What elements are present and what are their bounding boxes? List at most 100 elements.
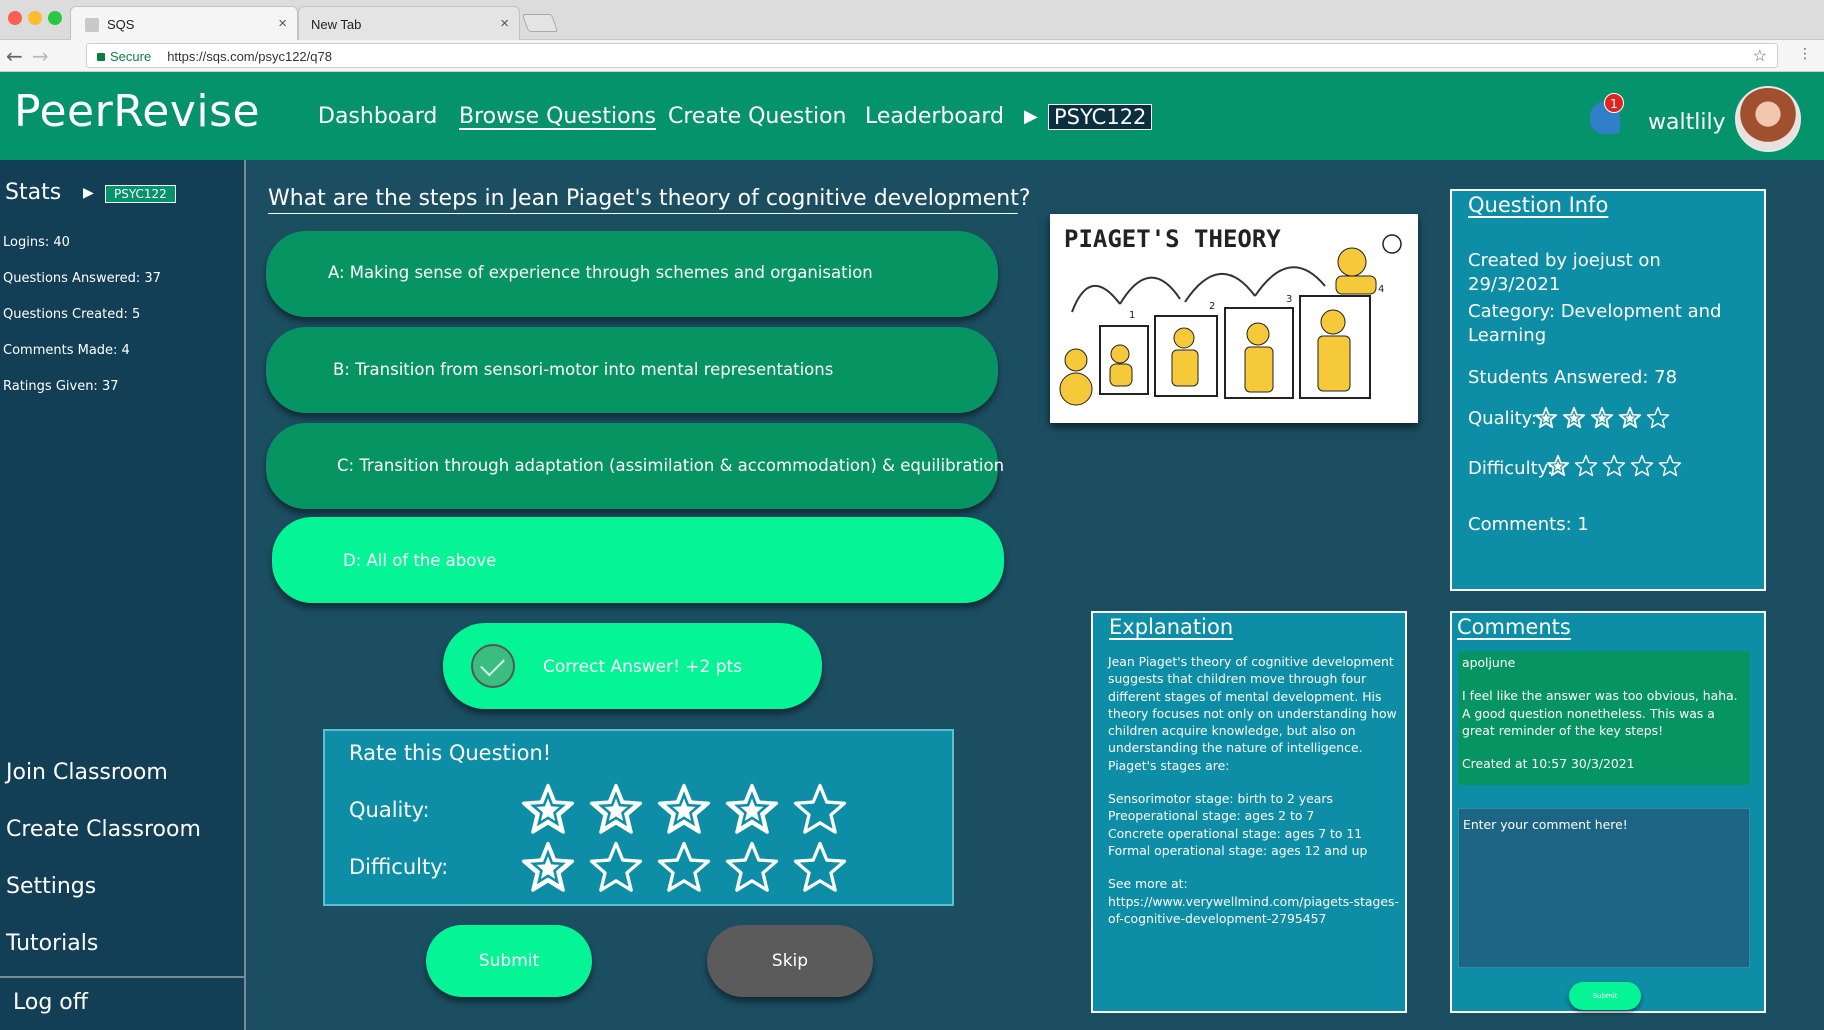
answer-option-a[interactable]: A: Making sense of experience through sc… xyxy=(266,231,998,317)
filled-star-icon[interactable] xyxy=(588,782,648,840)
stage-number: 3 xyxy=(1286,294,1292,305)
stat-ratings-given: Ratings Given: 37 xyxy=(3,379,119,394)
course-badge[interactable]: PSYC122 xyxy=(1048,104,1153,130)
result-text: Correct Answer! +2 pts xyxy=(543,657,743,677)
empty-star-icon[interactable] xyxy=(656,840,716,898)
info-title: Question Info xyxy=(1468,193,1609,217)
nav-create-question[interactable]: Create Question xyxy=(668,104,847,129)
browser-tab-sqs[interactable]: SQS × xyxy=(70,6,298,40)
filled-star-icon xyxy=(1546,454,1572,479)
answer-option-b[interactable]: B: Transition from sensori-motor into me… xyxy=(266,327,998,413)
browser-toolbar: ← → Secure https://sqs.com/psyc122/q78 ☆ … xyxy=(0,40,1824,72)
sidebar-course-badge[interactable]: PSYC122 xyxy=(105,185,176,203)
empty-star-icon[interactable] xyxy=(588,840,648,898)
comments-panel: Comments apoljune I feel like the answer… xyxy=(1450,611,1766,1013)
close-tab-icon[interactable]: × xyxy=(500,15,509,32)
play-arrow-icon: ▶ xyxy=(83,185,94,201)
question-info-panel: Question Info Created by joejust on 29/3… xyxy=(1450,189,1766,591)
stat-logins: Logins: 40 xyxy=(3,235,70,250)
quality-star-rating[interactable] xyxy=(520,782,860,840)
comment-text: I feel like the answer was too obvious, … xyxy=(1462,688,1738,738)
info-difficulty-stars xyxy=(1546,454,1686,479)
stage-line: Sensorimotor stage: birth to 2 years xyxy=(1108,791,1333,807)
close-tab-icon[interactable]: × xyxy=(278,15,287,32)
difficulty-label: Difficulty: xyxy=(349,855,449,879)
comments-title: Comments xyxy=(1457,615,1571,639)
forward-arrow-icon[interactable]: → xyxy=(32,44,49,68)
explanation-body: Jean Piaget's theory of cognitive develo… xyxy=(1108,653,1400,927)
explanation-title: Explanation xyxy=(1109,615,1234,639)
bookmark-star-icon[interactable]: ☆ xyxy=(1753,46,1767,66)
empty-star-icon[interactable] xyxy=(792,840,852,898)
nav-browse-questions[interactable]: Browse Questions xyxy=(459,104,656,129)
close-window-icon[interactable] xyxy=(8,11,22,25)
rate-question-panel: Rate this Question! Quality: Difficulty: xyxy=(323,729,954,906)
submit-rating-button[interactable]: Submit xyxy=(426,925,592,997)
browser-tab-strip: SQS × New Tab × xyxy=(0,0,1824,40)
info-created-by: Created by joejust on 29/3/2021 xyxy=(1468,250,1661,295)
new-tab-button[interactable] xyxy=(521,14,559,32)
option-label: B: Transition from sensori-motor into me… xyxy=(333,360,834,379)
stage-number: 2 xyxy=(1209,301,1215,312)
stage-line: Concrete operational stage: ages 7 to 11 xyxy=(1108,825,1363,841)
checkmark-icon xyxy=(471,644,515,688)
sidebar-settings[interactable]: Settings xyxy=(6,874,96,899)
user-avatar[interactable] xyxy=(1735,86,1801,152)
play-arrow-icon: ▶ xyxy=(1024,106,1038,127)
filled-star-icon[interactable] xyxy=(724,782,784,840)
stage-number: 1 xyxy=(1129,310,1135,321)
app-logo[interactable]: PeerRevise xyxy=(14,86,260,137)
app-header: PeerRevise Dashboard Browse Questions Cr… xyxy=(0,72,1824,160)
empty-star-icon[interactable] xyxy=(792,782,852,840)
back-arrow-icon[interactable]: ← xyxy=(6,44,23,68)
option-label: C: Transition through adaptation (assimi… xyxy=(337,456,1005,475)
answer-option-d[interactable]: D: All of the above xyxy=(272,517,1004,603)
logoff-link[interactable]: Log off xyxy=(13,990,88,1015)
filled-star-icon[interactable] xyxy=(520,782,580,840)
empty-star-icon xyxy=(1602,454,1628,479)
stat-questions-created: Questions Created: 5 xyxy=(3,307,141,322)
page-favicon-icon xyxy=(85,18,99,32)
empty-star-icon xyxy=(1658,454,1684,479)
stage-line: Formal operational stage: ages 12 and up xyxy=(1108,842,1368,858)
explanation-panel: Explanation Jean Piaget's theory of cogn… xyxy=(1091,611,1407,1013)
comment-input[interactable]: Enter your comment here! xyxy=(1458,808,1750,968)
sidebar-create-classroom[interactable]: Create Classroom xyxy=(6,817,201,842)
secure-label: Secure xyxy=(110,49,152,64)
browser-menu-icon[interactable]: ⋮ xyxy=(1798,46,1812,62)
image-title: PIAGET'S THEORY xyxy=(1064,225,1281,253)
filled-star-icon xyxy=(1590,406,1616,431)
difficulty-star-rating[interactable] xyxy=(520,840,860,898)
option-label: A: Making sense of experience through sc… xyxy=(328,263,873,282)
question-text: What are the steps in Jean Piaget's theo… xyxy=(268,186,1031,214)
browser-tab-new[interactable]: New Tab × xyxy=(298,6,520,40)
answer-option-c[interactable]: C: Transition through adaptation (assimi… xyxy=(266,423,1005,509)
filled-star-icon[interactable] xyxy=(520,840,580,898)
nav-dashboard[interactable]: Dashboard xyxy=(318,104,437,129)
sidebar-join-classroom[interactable]: Join Classroom xyxy=(6,760,168,785)
maximize-window-icon[interactable] xyxy=(48,11,62,25)
correct-answer-banner: Correct Answer! +2 pts xyxy=(443,623,822,709)
stat-comments-made: Comments Made: 4 xyxy=(3,343,130,358)
info-quality-stars xyxy=(1534,406,1674,431)
stats-title: Stats xyxy=(5,180,62,205)
comment-author: apoljune xyxy=(1462,655,1516,670)
filled-star-icon[interactable] xyxy=(656,782,716,840)
info-category: Category: Development and Learning xyxy=(1468,301,1722,346)
sidebar-tutorials[interactable]: Tutorials xyxy=(6,931,98,956)
notification-count-badge: 1 xyxy=(1604,93,1624,113)
empty-star-icon[interactable] xyxy=(724,840,784,898)
address-bar[interactable]: Secure https://sqs.com/psyc122/q78 ☆ xyxy=(86,43,1778,68)
empty-star-icon xyxy=(1630,454,1656,479)
empty-star-icon xyxy=(1646,406,1672,431)
nav-leaderboard[interactable]: Leaderboard xyxy=(865,104,1004,129)
explanation-link[interactable]: https://www.verywellmind.com/piagets-sta… xyxy=(1108,893,1400,928)
skip-button[interactable]: Skip xyxy=(707,925,873,997)
filled-star-icon xyxy=(1562,406,1588,431)
submit-comment-button[interactable]: Submit xyxy=(1569,982,1641,1010)
see-more-label: See more at: xyxy=(1108,876,1188,892)
sidebar: Stats ▶ PSYC122 Logins: 40 Questions Ans… xyxy=(0,160,246,1030)
username[interactable]: waltlily xyxy=(1648,110,1726,135)
sidebar-divider xyxy=(0,976,246,978)
minimize-window-icon[interactable] xyxy=(28,11,42,25)
